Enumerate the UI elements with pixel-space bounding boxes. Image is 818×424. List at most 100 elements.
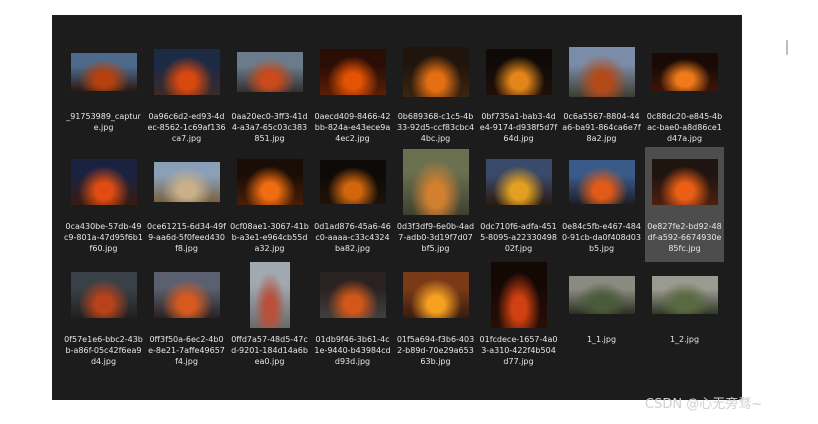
image-thumbnail — [153, 162, 220, 202]
file-name-label: 0d3f3df9-6e0b-4ad7-adb0-3d19f7d07bf5.jpg — [396, 222, 475, 253]
image-thumbnail — [402, 149, 469, 215]
image-thumbnail — [236, 52, 303, 92]
image-thumbnail — [485, 49, 552, 95]
file-item[interactable]: 0a96c6d2-ed93-4dec-8562-1c69af136ca7.jpg — [147, 37, 226, 152]
file-item[interactable]: 0aa20ec0-3ff3-41d4-a3a7-65c03c383851.jpg — [230, 37, 309, 152]
thumbnail-frame — [647, 260, 722, 330]
image-thumbnail — [651, 159, 718, 205]
file-item[interactable]: 0b689368-c1c5-4b33-92d5-ccf83cbc44bc.jpg — [396, 37, 475, 152]
file-name-label: 0ce61215-6d34-49f9-aa6d-5f0feed430f8.jpg — [147, 222, 226, 253]
image-thumbnail — [490, 262, 547, 328]
thumbnail-frame — [481, 260, 556, 330]
thumbnail-frame — [647, 37, 722, 107]
thumbnail-frame — [315, 260, 390, 330]
thumbnail-frame — [232, 37, 307, 107]
page: _91753989_capture.jpg 0a96c6d2-ed93-4dec-… — [0, 0, 818, 424]
file-item[interactable]: 0e827fe2-bd92-48df-a592-6674930e85fc.jpg — [645, 147, 724, 262]
image-thumbnail — [249, 262, 290, 328]
file-item[interactable]: 0d1ad876-45a6-46c0-aaaa-c33c4324ba82.jpg — [313, 147, 392, 262]
file-explorer-thumbnail-view: _91753989_capture.jpg 0a96c6d2-ed93-4dec-… — [52, 15, 788, 400]
file-item[interactable]: 0d3f3df9-6e0b-4ad7-adb0-3d19f7d07bf5.jpg — [396, 147, 475, 262]
file-name-label: 1_1.jpg — [586, 335, 617, 344]
file-item[interactable]: 0aecd409-8466-42bb-824a-e43ece9a4ec2.jpg — [313, 37, 392, 152]
image-thumbnail — [319, 160, 386, 204]
file-item[interactable]: 0bf735a1-bab3-4de4-9174-d938f5d7f64d.jpg — [479, 37, 558, 152]
image-thumbnail — [319, 272, 386, 318]
image-thumbnail — [70, 272, 137, 318]
file-item[interactable]: 0c88dc20-e845-4bac-bae0-a8d86ce1d47a.jpg — [645, 37, 724, 152]
file-name-label: 0d1ad876-45a6-46c0-aaaa-c33c4324ba82.jpg — [314, 222, 391, 253]
image-thumbnail — [70, 159, 137, 205]
file-item[interactable]: 01db9f46-3b61-4c1e-9440-b43984cdd93d.jpg — [313, 260, 392, 375]
file-item[interactable]: 01f5a694-f3b6-4032-b89d-70e29a65363b.jpg — [396, 260, 475, 375]
file-name-label: 0ca430be-57db-49c9-801a-47d95f6b1f60.jpg — [64, 222, 143, 253]
file-name-label: 0ff3f50a-6ec2-4b0e-8e21-7affe49657f4.jpg — [148, 335, 225, 366]
file-item[interactable]: _91753989_capture.jpg — [64, 37, 143, 152]
thumbnail-frame — [481, 37, 556, 107]
image-thumbnail — [568, 160, 635, 204]
image-thumbnail — [70, 53, 137, 91]
file-item[interactable]: 0f57e1e6-bbc2-43bb-a86f-05c42f6ea9d4.jpg — [64, 260, 143, 375]
file-name-label: 0c6a5567-8804-44a6-ba91-864ca6e7f8a2.jpg — [562, 112, 641, 143]
image-thumbnail — [402, 272, 469, 318]
thumbnail-frame — [564, 147, 639, 217]
image-thumbnail — [153, 49, 220, 95]
file-item[interactable]: 0e84c5fb-e467-4840-91cb-da0f408d03b5.jpg — [562, 147, 641, 262]
file-item[interactable]: 0dc710f6-adfa-4515-8095-a2233049802f.jpg — [479, 147, 558, 262]
file-item[interactable]: 0ca430be-57db-49c9-801a-47d95f6b1f60.jpg — [64, 147, 143, 262]
thumbnail-frame — [149, 37, 224, 107]
watermark-text: CSDN @心无旁骛~ — [645, 397, 763, 412]
file-name-label: 0aa20ec0-3ff3-41d4-a3a7-65c03c383851.jpg — [231, 112, 308, 143]
thumbnail-frame — [647, 147, 722, 217]
thumbnail-frame — [232, 147, 307, 217]
file-name-label: 0e84c5fb-e467-4840-91cb-da0f408d03b5.jpg — [562, 222, 641, 253]
image-thumbnail — [236, 159, 303, 205]
file-name-label: _91753989_capture.jpg — [66, 112, 141, 132]
image-thumbnail — [651, 276, 718, 314]
file-name-label: 0cf08ae1-3067-41bb-a3e1-e964cb55da32.jpg — [230, 222, 309, 253]
file-item[interactable]: 0ff3f50a-6ec2-4b0e-8e21-7affe49657f4.jpg — [147, 260, 226, 375]
thumbnail-frame — [66, 147, 141, 217]
image-thumbnail — [319, 49, 386, 95]
image-thumbnail — [651, 53, 718, 91]
file-item[interactable]: 0cf08ae1-3067-41bb-a3e1-e964cb55da32.jpg — [230, 147, 309, 262]
file-name-label: 0c88dc20-e845-4bac-bae0-a8d86ce1d47a.jpg — [646, 112, 723, 143]
thumbnail-frame — [149, 147, 224, 217]
thumbnail-frame — [66, 37, 141, 107]
thumbnail-frame — [149, 260, 224, 330]
file-name-label: 0f57e1e6-bbc2-43bb-a86f-05c42f6ea9d4.jpg — [64, 335, 143, 366]
file-item[interactable]: 0ce61215-6d34-49f9-aa6d-5f0feed430f8.jpg — [147, 147, 226, 262]
file-name-label: 0aecd409-8466-42bb-824a-e43ece9a4ec2.jpg — [314, 112, 391, 143]
file-item[interactable]: 0ffd7a57-48d5-47cd-9201-184d14a6bea0.jpg — [230, 260, 309, 375]
file-name-label: 0a96c6d2-ed93-4dec-8562-1c69af136ca7.jpg — [147, 112, 226, 143]
thumbnail-frame — [315, 37, 390, 107]
thumbnail-frame — [66, 260, 141, 330]
image-thumbnail — [485, 159, 552, 205]
thumbnail-frame — [398, 37, 473, 107]
thumbnail-frame — [398, 260, 473, 330]
thumbnail-frame — [315, 147, 390, 217]
file-name-label: 0dc710f6-adfa-4515-8095-a2233049802f.jpg — [480, 222, 557, 253]
thumbnail-frame — [232, 260, 307, 330]
file-name-label: 0b689368-c1c5-4b33-92d5-ccf83cbc44bc.jpg — [396, 112, 475, 143]
thumbnail-frame — [564, 260, 639, 330]
image-thumbnail — [568, 47, 635, 97]
file-item[interactable]: 01fcdece-1657-4a03-a310-422f4b504d77.jpg — [479, 260, 558, 375]
file-item[interactable]: 1_1.jpg — [562, 260, 641, 375]
file-name-label: 0bf735a1-bab3-4de4-9174-d938f5d7f64d.jpg — [479, 112, 558, 143]
file-name-label: 0ffd7a57-48d5-47cd-9201-184d14a6bea0.jpg — [231, 335, 308, 366]
image-thumbnail — [153, 272, 220, 318]
file-name-label: 01fcdece-1657-4a03-a310-422f4b504d77.jpg — [479, 335, 558, 366]
file-item[interactable]: 0c6a5567-8804-44a6-ba91-864ca6e7f8a2.jpg — [562, 37, 641, 152]
file-name-label: 01f5a694-f3b6-4032-b89d-70e29a65363b.jpg — [396, 335, 475, 366]
scrollbar[interactable] — [786, 40, 788, 55]
file-name-label: 0e827fe2-bd92-48df-a592-6674930e85fc.jpg — [647, 222, 722, 253]
file-name-label: 1_2.jpg — [669, 335, 700, 344]
file-name-label: 01db9f46-3b61-4c1e-9440-b43984cdd93d.jpg — [314, 335, 391, 366]
thumbnail-frame — [398, 147, 473, 217]
image-thumbnail — [568, 276, 635, 314]
thumbnail-frame — [481, 147, 556, 217]
image-thumbnail — [402, 47, 469, 97]
file-item[interactable]: 1_2.jpg — [645, 260, 724, 375]
thumbnail-frame — [564, 37, 639, 107]
